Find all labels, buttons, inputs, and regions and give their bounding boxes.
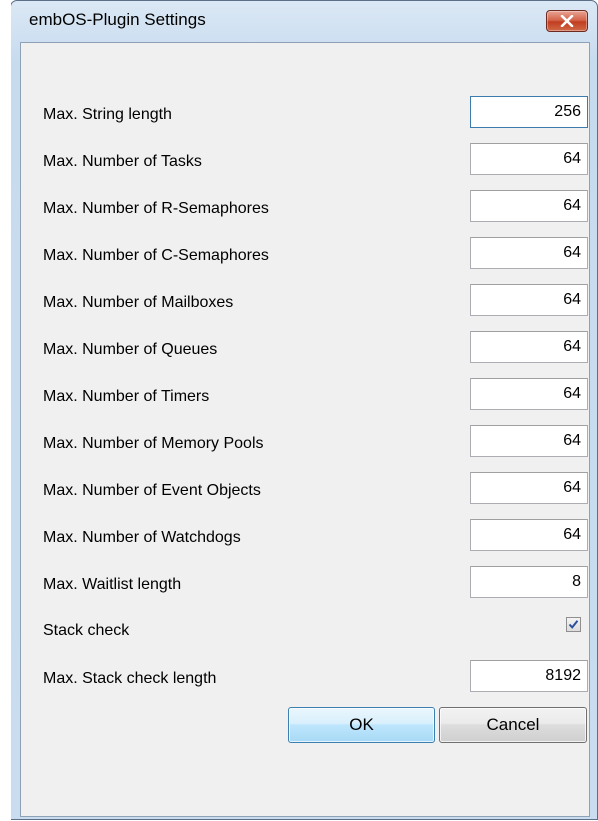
close-icon [560,15,574,27]
ok-button[interactable]: OK [288,707,435,743]
setting-row-stack-check: Stack check [21,613,589,651]
window-title: embOS-Plugin Settings [29,10,206,29]
setting-label: Max. Waitlist length [43,576,182,593]
setting-label: Max. Number of Mailboxes [43,294,234,311]
setting-label: Max. Stack check length [43,670,217,687]
stack-check-length-input[interactable] [470,660,588,692]
waitlist-length-input[interactable] [470,566,588,598]
close-button[interactable] [546,10,588,32]
r-semaphores-input[interactable] [470,190,588,222]
setting-row-watchdogs: Max. Number of Watchdogs [21,519,589,557]
setting-label: Max. Number of Queues [43,341,218,358]
dialog-body: Max. String length Max. Number of Tasks … [20,42,590,817]
setting-label: Max. Number of R-Semaphores [43,200,269,217]
setting-row-queues: Max. Number of Queues [21,331,589,369]
setting-label: Max. Number of C-Semaphores [43,247,269,264]
string-length-input[interactable] [470,96,588,128]
title-bar[interactable]: embOS-Plugin Settings [11,1,597,35]
watchdogs-input[interactable] [470,519,588,551]
memory-pools-input[interactable] [470,425,588,457]
setting-label: Max. Number of Tasks [43,153,202,170]
setting-label: Stack check [43,622,130,639]
setting-row-r-semaphores: Max. Number of R-Semaphores [21,190,589,228]
setting-label: Max. Number of Memory Pools [43,435,264,452]
setting-row-stack-check-length: Max. Stack check length [21,660,589,698]
event-objects-input[interactable] [470,472,588,504]
setting-label: Max. String length [43,106,172,123]
setting-row-memory-pools: Max. Number of Memory Pools [21,425,589,463]
setting-row-event-objects: Max. Number of Event Objects [21,472,589,510]
timers-input[interactable] [470,378,588,410]
setting-row-tasks: Max. Number of Tasks [21,143,589,181]
cancel-button[interactable]: Cancel [439,707,587,743]
dialog-buttons: OK Cancel [21,707,589,745]
checkmark-icon [568,620,579,629]
c-semaphores-input[interactable] [470,237,588,269]
setting-row-timers: Max. Number of Timers [21,378,589,416]
setting-row-mailboxes: Max. Number of Mailboxes [21,284,589,322]
tasks-input[interactable] [470,143,588,175]
setting-row-waitlist: Max. Waitlist length [21,566,589,604]
setting-label: Max. Number of Event Objects [43,482,261,499]
setting-label: Max. Number of Watchdogs [43,529,241,546]
mailboxes-input[interactable] [470,284,588,316]
settings-dialog: embOS-Plugin Settings Max. String length… [1,0,598,821]
stack-check-checkbox[interactable] [566,617,581,632]
queues-input[interactable] [470,331,588,363]
setting-row-c-semaphores: Max. Number of C-Semaphores [21,237,589,275]
setting-label: Max. Number of Timers [43,388,210,405]
setting-row-string-length: Max. String length [21,96,589,134]
